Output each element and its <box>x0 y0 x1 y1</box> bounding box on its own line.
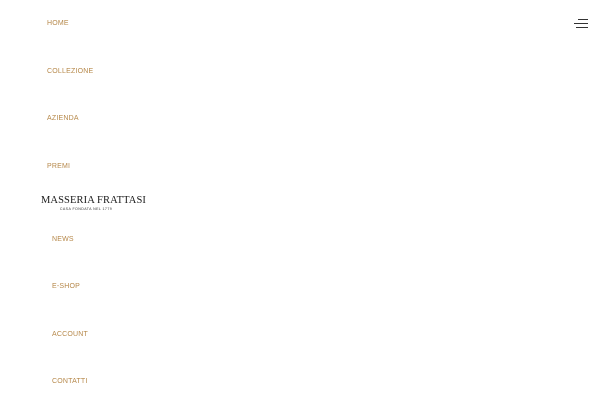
logo-name: MASSERIA FRATTASI <box>41 195 147 206</box>
menu-line <box>574 23 588 25</box>
nav-link-home[interactable]: HOME <box>47 20 69 27</box>
nav-link-azienda[interactable]: AZIENDA <box>47 115 79 122</box>
logo[interactable]: MASSERIA FRATTASI CASA FONDATA NEL 1779 <box>41 195 147 211</box>
logo-tagline: CASA FONDATA NEL 1779 <box>59 207 113 211</box>
menu-line <box>578 19 588 21</box>
nav-link-eshop[interactable]: E-SHOP <box>52 283 80 290</box>
menu-line <box>576 27 588 29</box>
nav-link-news[interactable]: NEWS <box>52 236 74 243</box>
page: HOME COLLEZIONE AZIENDA PREMI MASSERIA F… <box>0 0 600 400</box>
nav-link-collezione[interactable]: COLLEZIONE <box>47 68 93 75</box>
nav-link-contatti[interactable]: CONTATTI <box>52 378 88 385</box>
nav-link-account[interactable]: ACCOUNT <box>52 331 88 338</box>
nav-link-premi[interactable]: PREMI <box>47 163 70 170</box>
hamburger-menu-icon[interactable] <box>572 18 588 30</box>
